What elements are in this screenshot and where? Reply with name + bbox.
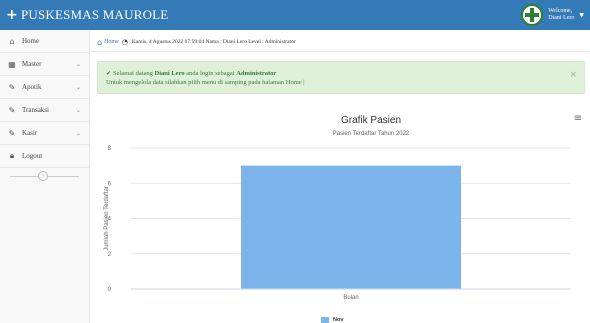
welcome-text: Welcome, (548, 8, 573, 14)
sidebar-item-master[interactable]: ▦ Master ⌄ (0, 53, 89, 76)
table-icon: ▦ (8, 59, 16, 69)
top-navbar: + PUSKESMAS MAUROLE Welcome, Diani Lero … (0, 0, 590, 30)
chart-legend[interactable]: Nov (321, 317, 343, 323)
chart: 02468Jumlah Pasien TerdaftarBulan (104, 146, 571, 301)
y-tick-label: 0 (108, 287, 112, 293)
x-tick-label: Bulan (343, 295, 358, 301)
sidebar-item-label: Home (22, 37, 40, 45)
plus-icon: + (6, 7, 18, 23)
health-cross-logo (521, 4, 544, 26)
caret-down-icon[interactable]: ▼ (579, 12, 584, 19)
sidebar-item-transaksi[interactable]: ✎ Transaksi ⌄ (0, 99, 89, 122)
sidebar-item-label: Kasir (22, 129, 38, 137)
brand[interactable]: + PUSKESMAS MAUROLE (6, 7, 168, 23)
edit-icon: ✎ (8, 105, 16, 115)
sidebar-item-label: Master (22, 60, 42, 68)
sidebar-item-label: Apotik (22, 83, 42, 91)
sidebar-item-home[interactable]: ⌂ Home (0, 30, 89, 53)
sidebar-collapse-row: ‹ (0, 168, 89, 184)
lock-icon: 🔒︎ (9, 151, 15, 160)
home-icon: ⌂ (9, 36, 15, 46)
legend-swatch (321, 317, 329, 323)
user-name: Diani Lero (548, 15, 575, 21)
chevron-down-icon: ⌄ (75, 129, 81, 137)
user-greeting: Welcome, Diani Lero (548, 8, 574, 22)
sidebar-item-label: Transaksi (22, 106, 49, 114)
chevron-down-icon: ⌄ (75, 60, 81, 68)
y-tick-label: 8 (108, 146, 112, 152)
chevron-down-icon: ⌄ (75, 106, 81, 114)
edit-icon: ✎ (8, 82, 16, 92)
user-menu[interactable]: Welcome, Diani Lero ▼ (521, 3, 584, 27)
legend-label: Nov (333, 317, 344, 323)
edit-icon: ✎ (8, 128, 16, 138)
y-tick-label: 2 (108, 252, 112, 258)
sidebar-item-kasir[interactable]: ✎ Kasir ⌄ (0, 122, 89, 145)
brand-title: PUSKESMAS MAUROLE (20, 7, 169, 22)
sidebar-item-apotik[interactable]: ✎ Apotik ⌄ (0, 76, 89, 99)
chevron-down-icon: ⌄ (75, 83, 81, 91)
main-content: ⌂ Home ◔ Kamis, 4 Agustus 2022 07:59:04 … (91, 30, 590, 323)
sidebar-item-logout[interactable]: 🔒︎ Logout (0, 145, 89, 168)
collapse-sidebar-icon[interactable]: ‹ (38, 171, 48, 181)
sidebar-item-label: Logout (22, 152, 43, 160)
bar (241, 165, 461, 289)
sidebar: ⌂ Home ▦ Master ⌄ ✎ Apotik ⌄ ✎ Transaksi… (0, 30, 90, 323)
y-axis-label: Jumlah Pasien Terdaftar (104, 186, 110, 251)
